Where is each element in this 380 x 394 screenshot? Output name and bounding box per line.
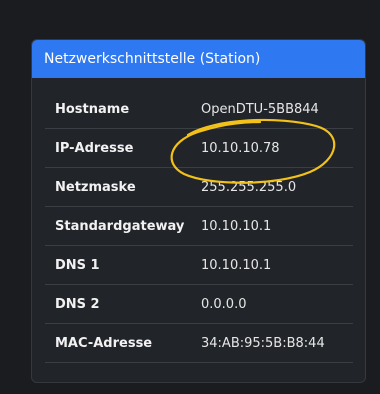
row-value: OpenDTU-5BB844 [201, 90, 353, 129]
network-interface-card: Netzwerkschnittstelle (Station) Hostname… [31, 39, 366, 383]
row-value: 0.0.0.0 [201, 284, 353, 324]
row-label: IP-Adresse [45, 128, 201, 168]
table-row-ip-address: IP-Adresse 10.10.10.78 [45, 128, 353, 168]
table-row-dns2: DNS 2 0.0.0.0 [45, 284, 353, 324]
row-label: DNS 1 [45, 245, 201, 285]
row-value: 10.10.10.78 [201, 128, 353, 168]
row-label: Hostname [45, 90, 201, 129]
card-title: Netzwerkschnittstelle (Station) [44, 51, 261, 67]
table-row-gateway: Standardgateway 10.10.10.1 [45, 206, 353, 246]
table-row-mac-address: MAC-Adresse 34:AB:95:5B:B8:44 [45, 323, 353, 363]
row-value: 10.10.10.1 [201, 245, 353, 285]
row-value: 34:AB:95:5B:B8:44 [201, 323, 353, 363]
table-row-dns1: DNS 1 10.10.10.1 [45, 245, 353, 285]
row-label: Netzmaske [45, 167, 201, 207]
row-value: 255.255.255.0 [201, 167, 353, 207]
row-value: 10.10.10.1 [201, 206, 353, 246]
row-label: MAC-Adresse [45, 323, 201, 363]
row-label: DNS 2 [45, 284, 201, 324]
network-info-table: Hostname OpenDTU-5BB844 IP-Adresse 10.10… [45, 90, 353, 363]
table-row-hostname: Hostname OpenDTU-5BB844 [45, 90, 353, 129]
card-body: Hostname OpenDTU-5BB844 IP-Adresse 10.10… [32, 78, 365, 363]
row-label: Standardgateway [45, 206, 201, 246]
table-row-netmask: Netzmaske 255.255.255.0 [45, 167, 353, 207]
card-header: Netzwerkschnittstelle (Station) [32, 40, 365, 78]
